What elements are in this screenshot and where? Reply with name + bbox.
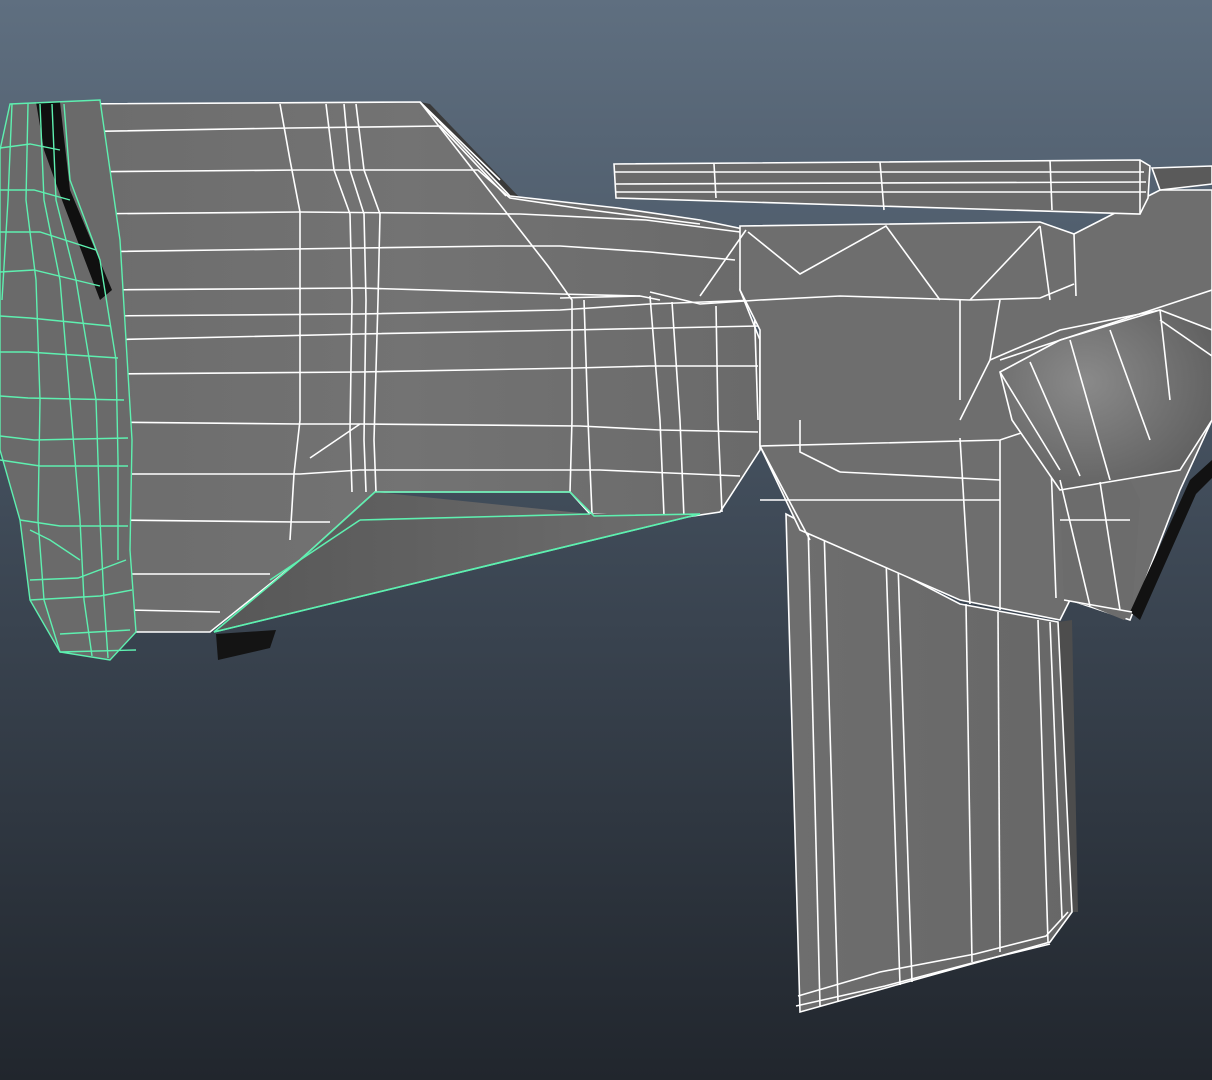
3d-viewport[interactable]: [0, 0, 1212, 1080]
viewport-canvas[interactable]: [0, 0, 1212, 1080]
